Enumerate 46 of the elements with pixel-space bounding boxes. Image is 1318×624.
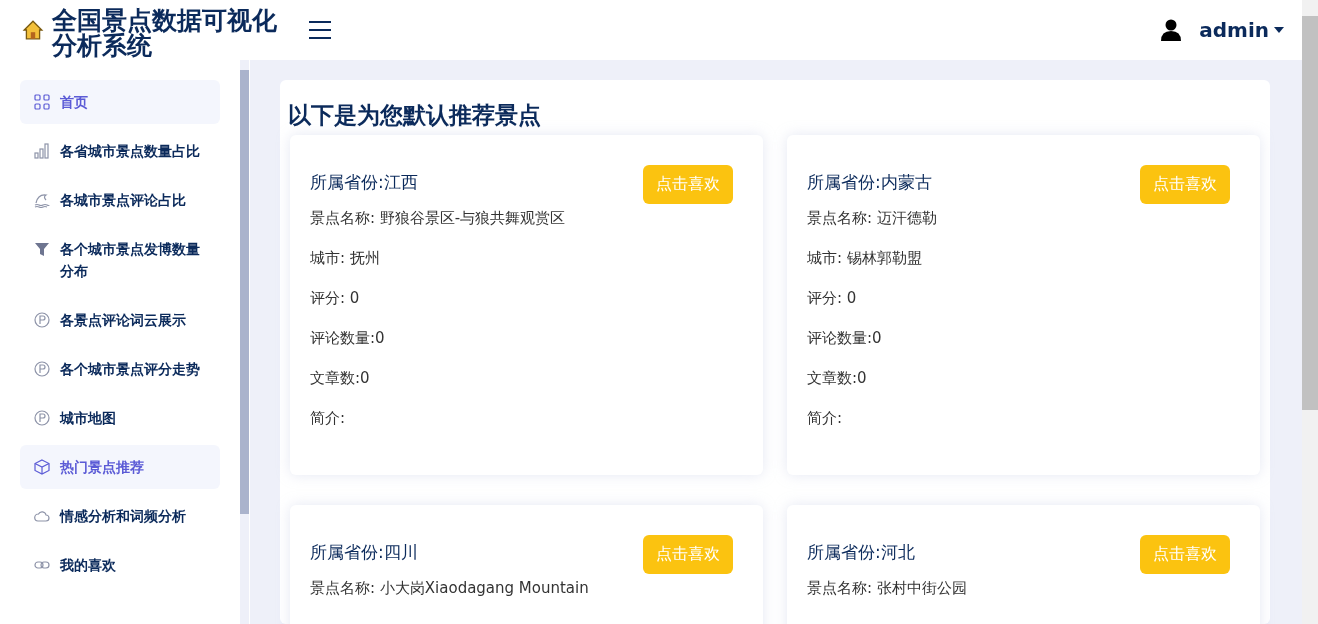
wave-icon: [34, 192, 50, 208]
sidebar-item[interactable]: 各城市景点评论占比: [20, 178, 220, 222]
menu-icon[interactable]: [309, 21, 331, 39]
sidebar-item[interactable]: 各景点评论词云展示: [20, 298, 220, 342]
province-label: 所属省份:四川: [310, 541, 418, 564]
sidebar-item[interactable]: 各个城市景点发博数量分布: [20, 227, 220, 293]
funnel-icon: [34, 241, 50, 257]
house-icon: [22, 19, 44, 41]
user-icon[interactable]: [1161, 19, 1182, 41]
attraction-field: 景点名称: 野狼谷景区-与狼共舞观赏区: [310, 208, 733, 228]
scrollbar[interactable]: [240, 60, 249, 624]
attraction-field: 景点名称: 迈汗德勒: [807, 208, 1230, 228]
sidebar-item[interactable]: 各省城市景点数量占比: [20, 129, 220, 173]
attraction-field: 评分: 0: [310, 288, 733, 308]
sidebar-item[interactable]: 情感分析和词频分析: [20, 494, 220, 538]
scrollbar[interactable]: [1302, 0, 1318, 624]
bar-chart-icon: [34, 143, 50, 159]
circled-p-icon: [34, 312, 50, 328]
circled-p-icon: [34, 410, 50, 426]
attraction-field: 景点名称: 张村中街公园: [807, 578, 1230, 598]
attraction-field: 文章数:0: [807, 368, 1230, 388]
attraction-field: 评分: 0: [807, 288, 1230, 308]
attraction-field: 城市: 锡林郭勒盟: [807, 248, 1230, 268]
app-title: 全国景点数据可视化 分析系统: [52, 8, 277, 58]
attraction-field: 简介:: [807, 408, 1230, 428]
user-menu[interactable]: admin: [1199, 18, 1269, 42]
sidebar-item[interactable]: 城市地图: [20, 396, 220, 440]
circled-p-icon: [34, 361, 50, 377]
cloud-icon: [34, 508, 50, 524]
caret-icon[interactable]: [1274, 27, 1284, 33]
province-label: 所属省份:江西: [310, 171, 418, 194]
attraction-field: 评论数量:0: [807, 328, 1230, 348]
attraction-field: 简介:: [310, 408, 733, 428]
sidebar-item[interactable]: 首页: [20, 80, 220, 124]
grid-icon: [34, 94, 50, 110]
province-label: 所属省份:河北: [807, 541, 915, 564]
sidebar-item[interactable]: 热门景点推荐: [20, 445, 220, 489]
attraction-field: 城市: 抚州: [310, 248, 733, 268]
cube-icon: [34, 459, 50, 475]
province-label: 所属省份:内蒙古: [807, 171, 932, 194]
attraction-field: 评论数量:0: [310, 328, 733, 348]
sidebar-item[interactable]: 我的喜欢: [20, 543, 220, 587]
sidebar-item[interactable]: 各个城市景点评分走势: [20, 347, 220, 391]
attraction-field: 文章数:0: [310, 368, 733, 388]
section-heading: 以下是为您默认推荐景点: [288, 101, 542, 130]
attraction-field: 景点名称: 小大岗Xiaodagang Mountain: [310, 578, 733, 598]
